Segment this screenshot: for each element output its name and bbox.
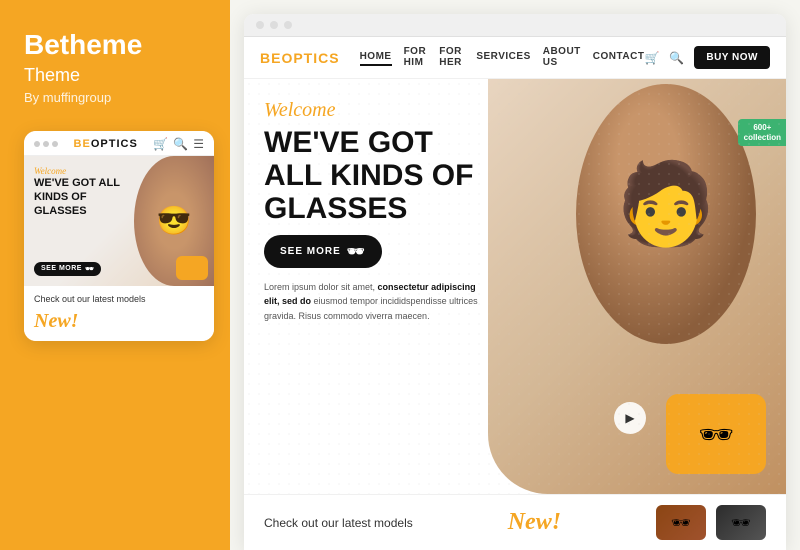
mobile-small-image bbox=[176, 256, 208, 280]
mobile-cta-button[interactable]: SEE MORE 🕶 bbox=[34, 262, 101, 276]
headline-line2: ALL KINDS OF bbox=[264, 159, 506, 192]
cart-icon: 🛒 bbox=[153, 137, 168, 151]
hero-left: Welcome WE'VE GOT ALL KINDS OF GLASSES S… bbox=[244, 79, 526, 494]
right-panel: BEOPTICS HOME FOR HIM FOR HER SERVICES A… bbox=[230, 0, 800, 550]
mobile-headline: WE'VE GOT ALL KINDS OF GLASSES bbox=[34, 176, 124, 219]
bottom-check-text: Check out our latest models bbox=[264, 516, 413, 530]
brand-title: Betheme bbox=[24, 30, 142, 61]
nav-for-her[interactable]: FOR HER bbox=[439, 46, 464, 70]
search-icon[interactable]: 🔍 bbox=[669, 51, 684, 65]
hero-right: 🧑 600+ collection ▶ 🕶 bbox=[488, 79, 786, 494]
mobile-bottom: Check out our latest models New! bbox=[24, 286, 214, 341]
nav-about-us[interactable]: ABOUT US bbox=[543, 46, 581, 70]
brand-by: By muffingroup bbox=[24, 90, 111, 105]
headline-line1: WE'VE GOT bbox=[264, 126, 506, 159]
hero-cta-button[interactable]: SEE MORE 🕶 bbox=[264, 235, 382, 268]
yellow-card-image: 🕶 bbox=[698, 418, 734, 451]
nav-services[interactable]: SERVICES bbox=[476, 51, 530, 64]
hero-headline: WE'VE GOT ALL KINDS OF GLASSES bbox=[264, 126, 506, 225]
product-1-icon: 🕶 bbox=[671, 513, 691, 533]
title-dot-1 bbox=[256, 21, 264, 29]
mobile-preview: BEOPTICS 🛒 🔍 ☰ Welcome WE'VE GOT ALL KIN… bbox=[24, 131, 214, 341]
cta-label: SEE MORE bbox=[280, 246, 341, 257]
mobile-new-text: New! bbox=[34, 310, 204, 333]
person-emoji: 🧑 bbox=[616, 157, 716, 251]
desktop-preview: BEOPTICS HOME FOR HIM FOR HER SERVICES A… bbox=[244, 14, 786, 550]
nav-for-him[interactable]: FOR HIM bbox=[404, 46, 428, 70]
mobile-icons: 🛒 🔍 ☰ bbox=[153, 137, 204, 151]
badge-number: 600+ bbox=[744, 123, 781, 133]
search-icon: 🔍 bbox=[173, 137, 188, 151]
mobile-logo-optics: OPTICS bbox=[91, 138, 138, 150]
mobile-top-bar: BEOPTICS 🛒 🔍 ☰ bbox=[24, 131, 214, 156]
nav-home[interactable]: HOME bbox=[360, 51, 392, 64]
mobile-check-text: Check out our latest models bbox=[34, 294, 204, 304]
mobile-logo: BEOPTICS bbox=[74, 138, 138, 150]
yellow-card: 🕶 bbox=[666, 394, 766, 474]
left-panel: Betheme Theme By muffingroup BEOPTICS 🛒 … bbox=[0, 0, 230, 550]
glasses-icon: 🕶 bbox=[347, 243, 366, 260]
desktop-titlebar bbox=[244, 14, 786, 37]
play-button[interactable]: ▶ bbox=[614, 402, 646, 434]
nav-right: 🛒 🔍 BUY NOW bbox=[644, 46, 770, 69]
nav-items: HOME FOR HIM FOR HER SERVICES ABOUT US C… bbox=[360, 46, 645, 70]
buy-now-button[interactable]: BUY NOW bbox=[694, 46, 770, 69]
mobile-hero: Welcome WE'VE GOT ALL KINDS OF GLASSES 😎… bbox=[24, 156, 214, 286]
desktop-logo: BEOPTICS bbox=[260, 50, 340, 66]
bottom-products: 🕶 🕶 bbox=[656, 505, 766, 540]
mobile-dot-3 bbox=[52, 141, 58, 147]
menu-icon: ☰ bbox=[193, 137, 204, 151]
desktop-bottom: Check out our latest models New! 🕶 🕶 bbox=[244, 494, 786, 550]
brand-subtitle: Theme bbox=[24, 65, 80, 86]
product-thumbnail-1[interactable]: 🕶 bbox=[656, 505, 706, 540]
hero-description: Lorem ipsum dolor sit amet, consectetur … bbox=[264, 280, 484, 323]
product-2-icon: 🕶 bbox=[731, 513, 751, 533]
logo-optics: OPTICS bbox=[281, 50, 339, 66]
person-circle: 🧑 bbox=[576, 84, 756, 344]
badge-600: 600+ collection bbox=[738, 119, 786, 146]
mobile-dot-1 bbox=[34, 141, 40, 147]
desktop-hero: Welcome WE'VE GOT ALL KINDS OF GLASSES S… bbox=[244, 79, 786, 494]
mobile-dots bbox=[34, 141, 58, 147]
mobile-logo-be: BE bbox=[74, 138, 91, 150]
product-thumbnail-2[interactable]: 🕶 bbox=[716, 505, 766, 540]
logo-be: BE bbox=[260, 50, 281, 66]
cart-icon[interactable]: 🛒 bbox=[644, 51, 659, 65]
title-dot-3 bbox=[284, 21, 292, 29]
mobile-welcome-text: Welcome bbox=[34, 166, 66, 176]
hero-welcome: Welcome bbox=[264, 99, 506, 122]
badge-sub: collection bbox=[744, 133, 781, 143]
nav-contact[interactable]: CONTACT bbox=[593, 51, 645, 64]
hero-person: 🧑 bbox=[566, 79, 766, 359]
headline-line3: GLASSES bbox=[264, 192, 506, 225]
mobile-dot-2 bbox=[43, 141, 49, 147]
title-dot-2 bbox=[270, 21, 278, 29]
bottom-new-text: New! bbox=[508, 509, 561, 536]
glasses-icon: 🕶 bbox=[85, 265, 94, 273]
desktop-navbar: BEOPTICS HOME FOR HIM FOR HER SERVICES A… bbox=[244, 37, 786, 79]
